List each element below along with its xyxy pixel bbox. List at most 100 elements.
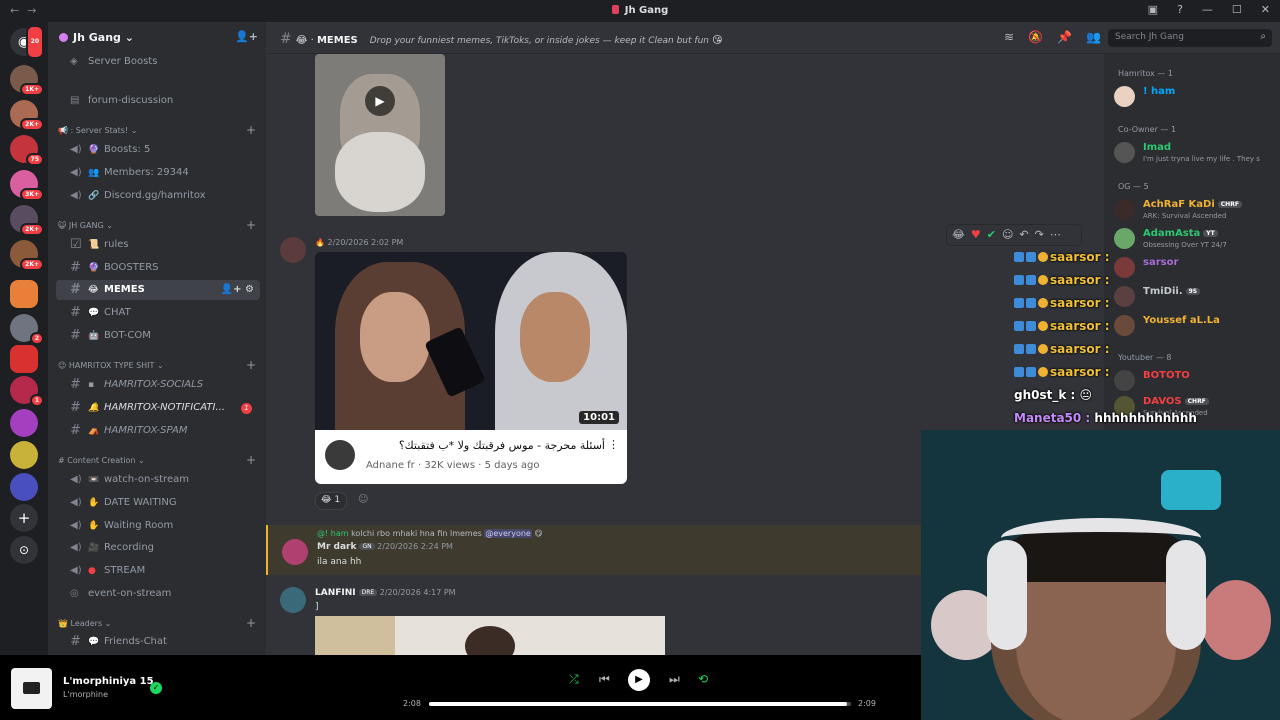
channel-waiting-room[interactable]: ◀) ✋ Waiting Room [56,516,260,536]
channel-forum[interactable]: ▤ forum-discussion [56,91,260,111]
minimize-button[interactable]: — [1202,3,1213,16]
reaction-laugh[interactable]: 😂 1 [315,492,347,510]
play-icon[interactable]: ▶ [365,86,395,116]
server-icon-11[interactable] [10,409,38,437]
avatar[interactable] [280,237,306,263]
category-jh-gang[interactable]: 😺 JH GANG ⌄ + [58,218,258,232]
server-icon-5[interactable]: 2K+ [10,205,44,236]
search-input[interactable]: Search Jh Gang ⌕ [1108,29,1272,47]
server-icon-4[interactable]: 3K+ [10,170,44,201]
server-icon-6[interactable]: 2K+ [10,240,44,271]
channel-rules[interactable]: ☑ 📜 rules [56,235,260,255]
home-button[interactable]: ◉ 20 [10,25,44,59]
shuffle-icon[interactable]: ⤮ [569,672,579,687]
badge-icon [1014,298,1024,308]
youtube-thumbnail[interactable]: 10:01 [315,252,627,430]
channel-members[interactable]: ◀) 👥 Members: 29344 [56,163,260,183]
avatar[interactable] [280,587,306,613]
channel-discord-link[interactable]: ◀) 🔗 Discord.gg/hamritox [56,186,260,206]
server-boosts[interactable]: ◈ Server Boosts [56,52,260,72]
track-title[interactable]: L'morphiniya 15 [63,676,154,687]
channel-recording[interactable]: ◀) 🎥 Recording [56,538,260,558]
add-channel-icon[interactable]: + [246,123,256,137]
channel-stream[interactable]: ◀) ● STREAM [56,561,260,581]
add-reaction-icon[interactable]: ☺ [358,494,368,505]
category-leaders[interactable]: 👑 Leaders ⌄ + [58,616,258,630]
server-icon-8[interactable]: 2 [10,314,44,345]
channel-watch-on-stream[interactable]: ◀) 📼 watch-on-stream [56,470,260,490]
member-adamasta[interactable]: AdamAsta YT Obsessing Over YT 24/7 [1114,224,1278,252]
forward-icon[interactable]: ↷ [1035,228,1044,242]
repeat-icon[interactable]: ⟲ [698,672,708,686]
emoji-react-laugh[interactable]: 😂 [952,228,965,242]
close-button[interactable]: ✕ [1261,3,1270,16]
member-achraf[interactable]: AchRaF KaDi CHRF ARK: Survival Ascended [1114,195,1278,223]
mute-icon[interactable]: 🔕 [1028,30,1043,44]
help-icon[interactable]: ? [1177,3,1183,16]
server-icon-10[interactable]: 1 [10,376,44,407]
category-server-stats[interactable]: 📢 : Server Stats! ⌄ + [58,123,258,137]
add-reaction-icon[interactable]: ☺ [1002,228,1013,242]
track-artist[interactable]: L'morphine [63,690,108,699]
channel-hamritox-spam[interactable]: # ⛺ HAMRITOX-SPAM [56,421,260,441]
channel-bot-com[interactable]: # 🤖 BOT-COM [56,326,260,346]
members-icon[interactable]: 👥 [1086,30,1101,44]
server-icon-9[interactable] [10,345,38,373]
threads-icon[interactable]: ≋ [1004,30,1014,44]
channel-hamritox-socials[interactable]: # ▪ HAMRITOX-SOCIALS [56,375,260,395]
category-content-creation[interactable]: # Content Creation ⌄ + [58,453,258,467]
channel-chat[interactable]: # 💬 CHAT [56,303,260,323]
more-options-icon[interactable]: ⋮ [608,438,619,451]
avatar[interactable] [282,539,308,565]
channel-event-on-stream[interactable]: ◎ event-on-stream [56,584,260,604]
add-channel-icon[interactable]: + [246,218,256,232]
progress-bar[interactable] [429,702,851,706]
server-icon-13[interactable] [10,473,38,501]
inbox-icon[interactable]: ▣ [1148,3,1158,16]
maximize-button[interactable]: ☐ [1232,3,1242,16]
channel-settings-icon[interactable]: 👤+ ⚙ [221,280,254,300]
server-header[interactable]: Jh Gang ⌄ 👤+ [48,22,266,52]
channel-boosters[interactable]: # 🔮 BOOSTERS [56,258,260,278]
username[interactable]: Mr dark [317,542,356,552]
add-channel-icon[interactable]: + [246,453,256,467]
channel-friends-chat[interactable]: # 💬 Friends-Chat [56,632,260,652]
album-art[interactable] [11,668,52,709]
channel-date-waiting[interactable]: ◀) ✋ DATE WAITING [56,493,260,513]
server-icon-12[interactable] [10,441,38,469]
channel-hamritox-notifications[interactable]: # 🔔 HAMRITOX-NOTIFICATI... 1 [56,398,260,418]
emoji-react-check[interactable]: ✔ [987,228,996,242]
invite-icon[interactable]: 👤+ [235,30,258,43]
reply-preview[interactable]: @! ham kolchi rbo mhaki hna fin lmemes @… [317,529,543,538]
server-icon [59,33,68,42]
channel-avatar[interactable] [325,440,355,470]
next-icon[interactable]: ⏭ [669,672,680,687]
previous-icon[interactable]: ⏮ [599,672,610,687]
server-icon-1[interactable]: 1K+ [10,65,44,96]
saved-check-icon[interactable]: ✓ [150,682,162,694]
discover-icon[interactable]: ⊙ [10,536,38,564]
video-title[interactable]: أسئلة محرجة - موس فرقبتك ولا *ب فتقبتك؟ [399,439,605,452]
badge-icon [1014,321,1024,331]
server-icon-7[interactable] [10,280,38,308]
channel-memes[interactable]: # 😂 MEMES 👤+ ⚙ [56,280,260,300]
member-ham[interactable]: ! ham [1114,82,1278,110]
youtube-card[interactable]: أسئلة محرجة - موس فرقبتك ولا *ب فتقبتك؟ … [315,430,627,484]
server-icon-2[interactable]: 2K+ [10,100,44,131]
server-icon-3[interactable]: 75 [10,135,44,166]
pin-icon[interactable]: 📌 [1057,30,1072,44]
member-imad[interactable]: Imad I'm just tryna live my life . They s [1114,138,1278,166]
mention-everyone[interactable]: @everyone [484,529,532,538]
username[interactable]: LANFINI [315,588,356,598]
add-channel-icon[interactable]: + [246,358,256,372]
add-server-button[interactable]: + [10,504,38,532]
reply-icon[interactable]: ↶ [1019,228,1028,242]
video-attachment[interactable]: ▶ [315,54,445,216]
add-channel-icon[interactable]: + [246,616,256,630]
emoji-react-heart[interactable]: ♥ [971,228,981,242]
category-hamritox-type-shit[interactable]: 😉 HAMRITOX TYPE SHIT ⌄ + [58,358,258,372]
channel-boosts[interactable]: ◀) 🔮 Boosts: 5 [56,140,260,160]
play-button[interactable]: ▶ [628,669,650,691]
more-icon[interactable]: ⋯ [1050,228,1061,242]
image-attachment[interactable] [315,616,665,655]
